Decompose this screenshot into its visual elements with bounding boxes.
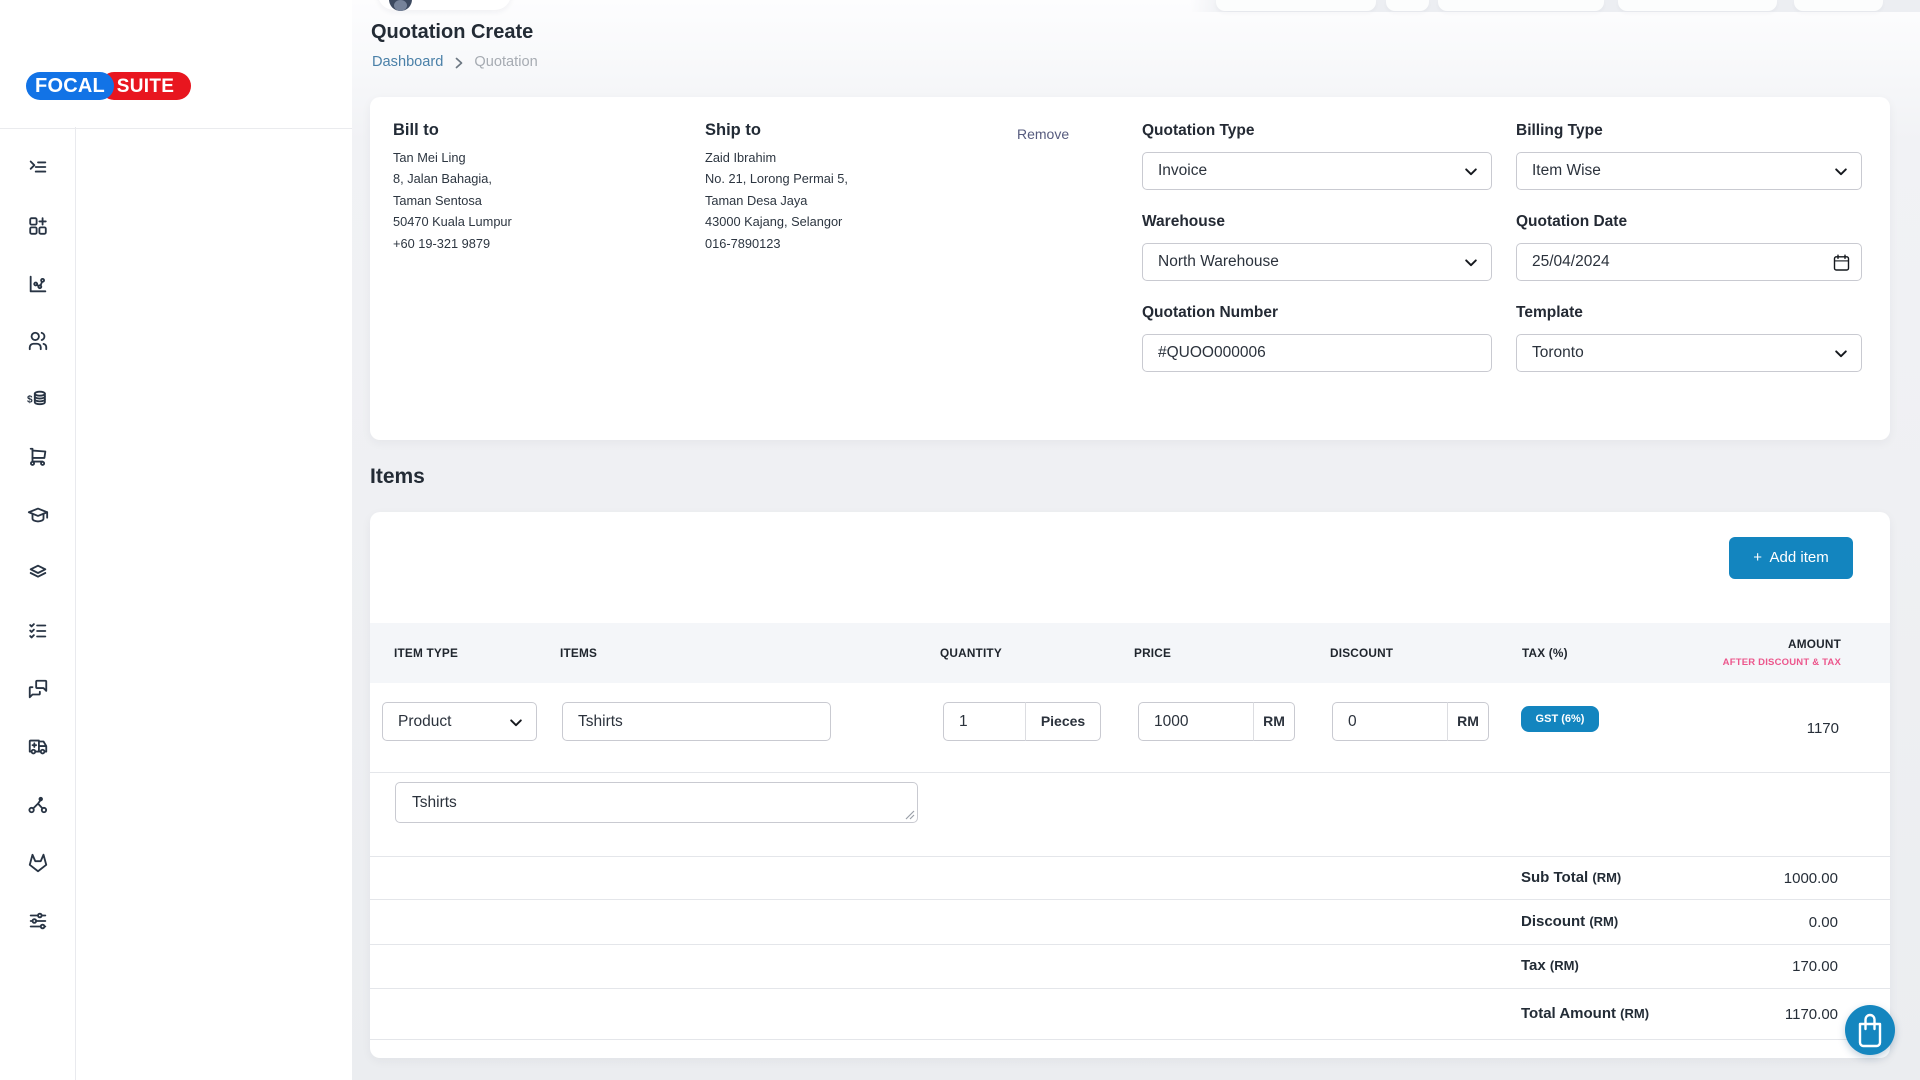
svg-text:$: $ [27, 395, 33, 406]
